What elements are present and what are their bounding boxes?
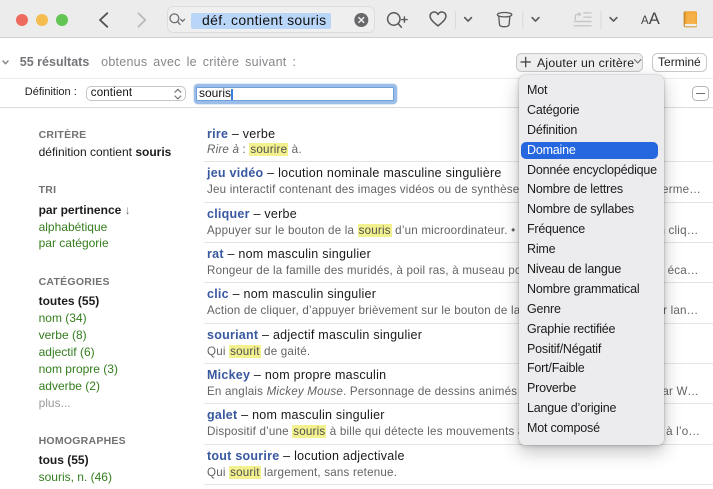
svg-text:A: A (641, 15, 649, 27)
svg-text:A: A (649, 10, 660, 28)
